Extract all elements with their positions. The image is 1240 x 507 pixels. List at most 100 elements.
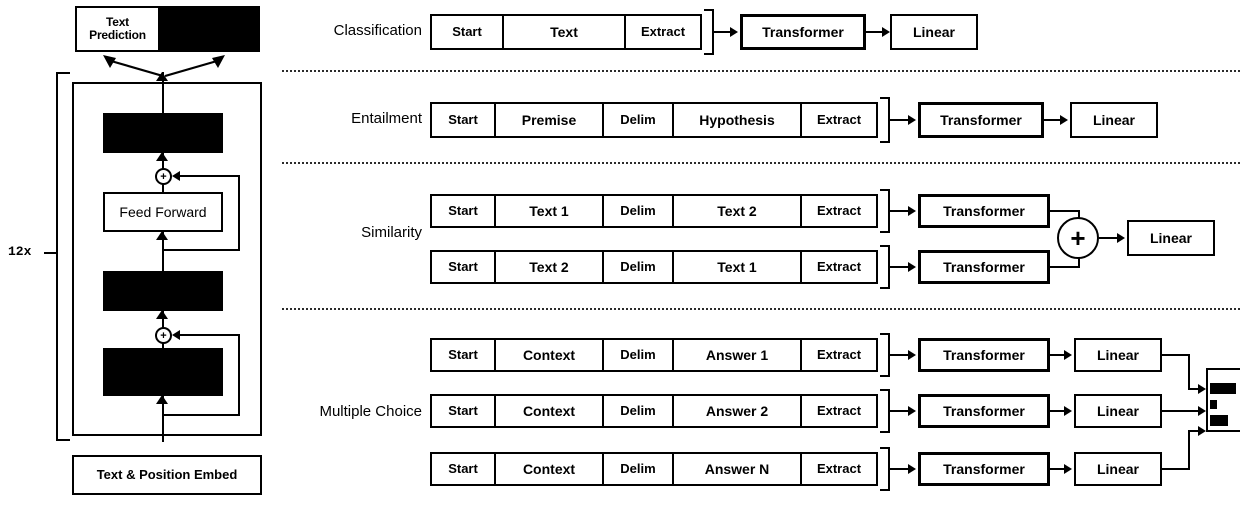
transformer-mc-2: Transformer	[918, 394, 1050, 428]
token-context-mc-1: Context	[494, 338, 604, 372]
token-extract-mc-1: Extract	[800, 338, 878, 372]
arrow-to-task-classifier-icon	[164, 55, 225, 78]
wire-similarity-2-to-merge	[1050, 266, 1080, 268]
arrow-mc-1-to-transformer	[908, 350, 916, 360]
token-extract-entailment: Extract	[800, 102, 878, 138]
plus-icon: +	[1070, 222, 1086, 253]
residual-skip-2-vertical	[238, 334, 240, 416]
layer-norm-top-redacted-box	[103, 113, 223, 153]
text-position-embed-label: Text & Position Embed	[96, 467, 238, 483]
transformer-similarity-1: Transformer	[918, 194, 1050, 228]
wire-similarity-1-to-merge	[1050, 210, 1080, 212]
text-position-embed-box: Text & Position Embed	[72, 455, 262, 495]
token-text2-similarity-2: Text 2	[494, 250, 604, 284]
bracket-mc-1	[880, 333, 890, 377]
task-classifier-redacted-box	[160, 6, 260, 52]
transformer-classification: Transformer	[740, 14, 866, 50]
block-output-arrowhead	[156, 72, 168, 81]
repeat-bracket	[56, 72, 70, 441]
arrow-transformer-to-linear-mc-2	[1064, 406, 1072, 416]
token-premise-entailment: Premise	[494, 102, 604, 138]
token-delim-mc-2: Delim	[602, 394, 674, 428]
task-label-entailment: Entailment	[351, 110, 422, 127]
arrow-mc-2-into-output	[1198, 406, 1206, 416]
token-start-similarity-1: Start	[430, 194, 496, 228]
residual-skip-1-vertical	[238, 175, 240, 251]
connector-merge-to-linear-similarity	[1099, 237, 1119, 239]
connector-mc-3-to-transformer	[890, 468, 910, 470]
plus-icon: +	[160, 170, 167, 183]
bracket-similarity-1	[880, 189, 890, 233]
output-redacted-bar-2	[1210, 400, 1217, 409]
plus-icon: +	[160, 329, 167, 342]
token-delim-entailment: Delim	[602, 102, 674, 138]
arrow-transformer-to-linear-mc-1	[1064, 350, 1072, 360]
masked-self-attention-input-arrowhead	[156, 395, 168, 404]
token-delim-similarity-2: Delim	[602, 250, 674, 284]
token-extract-similarity-1: Extract	[800, 194, 878, 228]
text-prediction-label: Text Prediction	[89, 15, 146, 42]
token-start-mc-1: Start	[430, 338, 496, 372]
similarity-merge-add: +	[1057, 217, 1099, 259]
residual-add-2: +	[155, 327, 172, 344]
arrow-merge-to-linear-similarity	[1117, 233, 1125, 243]
linear-entailment: Linear	[1070, 102, 1158, 138]
transformer-architecture-panel: Text Prediction + Feed Forward + Text & …	[0, 0, 290, 507]
wire-linear-mc-1-out	[1162, 354, 1190, 356]
residual-add-1: +	[155, 168, 172, 185]
bracket-mc-3	[880, 447, 890, 491]
token-answerN-mc-3: Answer N	[672, 452, 802, 486]
token-start-classification: Start	[430, 14, 504, 50]
token-delim-mc-3: Delim	[602, 452, 674, 486]
separator-classification-entailment	[282, 70, 1240, 72]
task-label-classification: Classification	[333, 22, 422, 39]
arrow-mc-2-to-transformer	[908, 406, 916, 416]
arrow-similarity-2-to-transformer	[908, 262, 916, 272]
residual-skip-2-arrowhead	[172, 330, 180, 340]
token-extract-mc-2: Extract	[800, 394, 878, 428]
separator-entailment-similarity	[282, 162, 1240, 164]
connector-mc-1-to-transformer	[890, 354, 910, 356]
layer-norm-top-input-arrowhead	[156, 152, 168, 161]
figure-canvas: Text Prediction + Feed Forward + Text & …	[0, 0, 1240, 507]
feed-forward-label: Feed Forward	[119, 203, 207, 220]
task-transformations-panel: Classification Start Text Extract Transf…	[282, 0, 1240, 507]
token-answer2-mc-2: Answer 2	[672, 394, 802, 428]
token-start-mc-3: Start	[430, 452, 496, 486]
token-extract-classification: Extract	[624, 14, 702, 50]
arrow-mc-3-to-transformer	[908, 464, 916, 474]
residual-skip-2-horizontal-top	[176, 334, 240, 336]
transformer-similarity-2: Transformer	[918, 250, 1050, 284]
token-context-mc-3: Context	[494, 452, 604, 486]
linear-mc-1: Linear	[1074, 338, 1162, 372]
wire-linear-mc-1-down	[1188, 354, 1190, 390]
connector-mc-2-to-transformer	[890, 410, 910, 412]
arrow-to-task-classifier	[163, 55, 225, 78]
residual-skip-1-horizontal-top	[176, 175, 240, 177]
arrow-transformer-to-linear-entailment	[1060, 115, 1068, 125]
arrow-similarity-1-to-transformer	[908, 206, 916, 216]
residual-skip-2-horizontal-bottom	[163, 414, 240, 416]
token-text1-similarity-1: Text 1	[494, 194, 604, 228]
connector-entailment-to-transformer	[890, 119, 910, 121]
separator-similarity-multiplechoice	[282, 308, 1240, 310]
connector-similarity-1-to-transformer	[890, 210, 910, 212]
layer-norm-mid-redacted-box	[103, 271, 223, 311]
token-delim-mc-1: Delim	[602, 338, 674, 372]
transformer-entailment: Transformer	[918, 102, 1044, 138]
wire-linear-mc-3-out	[1162, 468, 1190, 470]
residual-skip-1-arrowhead	[172, 171, 180, 181]
bracket-classification	[704, 9, 714, 55]
arrow-transformer-to-linear-classification	[882, 27, 890, 37]
token-hypothesis-entailment: Hypothesis	[672, 102, 802, 138]
arrow-transformer-to-linear-mc-3	[1064, 464, 1072, 474]
connector-similarity-2-to-transformer	[890, 266, 910, 268]
token-extract-similarity-2: Extract	[800, 250, 878, 284]
token-context-mc-2: Context	[494, 394, 604, 428]
bracket-entailment	[880, 97, 890, 143]
token-answer1-mc-1: Answer 1	[672, 338, 802, 372]
task-label-multiple-choice: Multiple Choice	[319, 403, 422, 420]
token-text1-similarity-2: Text 1	[672, 250, 802, 284]
repeat-count-label: 12x	[8, 244, 32, 259]
arrow-classification-to-transformer	[730, 27, 738, 37]
